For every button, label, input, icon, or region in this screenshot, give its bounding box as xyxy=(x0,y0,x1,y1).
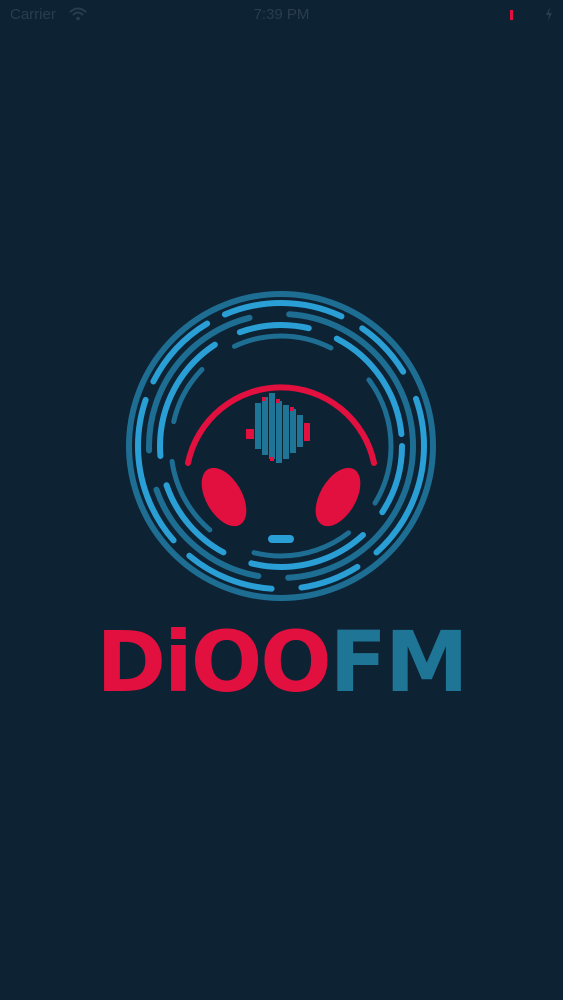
splash-screen: Carrier 7:39 PM DiOOFM xyxy=(0,0,563,1000)
charging-icon xyxy=(546,7,552,21)
headphones-waveform-icon xyxy=(126,291,436,601)
status-time: 7:39 PM xyxy=(253,6,310,23)
battery-icon xyxy=(510,10,513,20)
app-logo-wordmark: DiOOFM xyxy=(0,620,563,704)
brand-name-part2: FM xyxy=(329,613,469,711)
brand-name-part1: DiOO xyxy=(96,613,331,711)
status-bar: Carrier 7:39 PM xyxy=(0,0,563,30)
